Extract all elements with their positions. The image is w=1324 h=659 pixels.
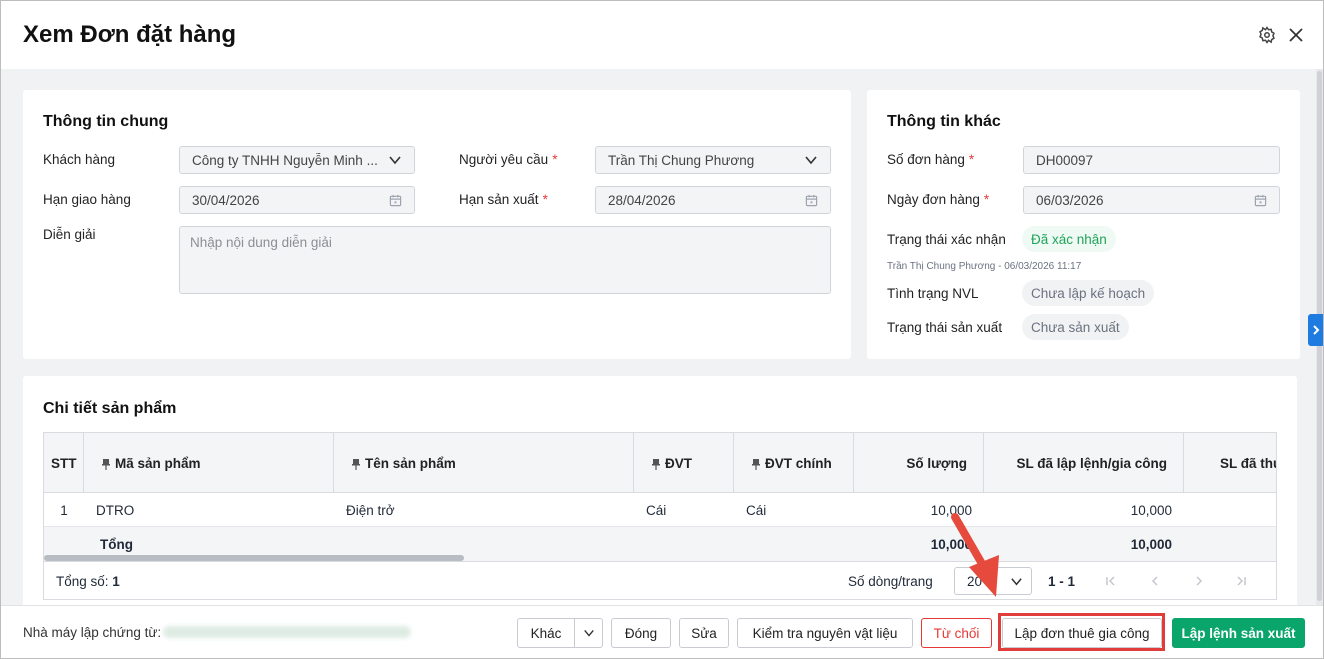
requester-value: Trần Thị Chung Phương (608, 152, 755, 168)
annotation-arrow-icon (951, 513, 999, 597)
cell-main-unit: Cái (746, 502, 767, 518)
expand-panel-button[interactable] (1308, 314, 1323, 346)
order-number-label: Số đơn hàng * (887, 152, 975, 167)
total-count: Tổng số: 1 (56, 574, 120, 589)
factory-name-blurred (163, 626, 411, 638)
column-header-executed-quantity[interactable]: SL đã thự (1184, 433, 1276, 493)
confirm-status-label: Trạng thái xác nhận (887, 232, 1006, 247)
requester-select[interactable]: Trần Thị Chung Phương (595, 146, 831, 174)
cell-unit: Cái (646, 502, 667, 518)
other-info-title: Thông tin khác (887, 113, 1001, 130)
prev-page-icon[interactable] (1148, 574, 1162, 591)
check-material-button[interactable]: Kiểm tra nguyên vật liệu (737, 618, 913, 648)
confirm-status-badge: Đã xác nhận (1022, 226, 1116, 252)
page-title: Xem Đơn đặt hàng (23, 21, 237, 48)
page-size-label: Số dòng/trang (848, 574, 933, 589)
table-footer: Tổng số: 1 Số dòng/trang 20 1 - 1 (44, 561, 1276, 599)
page-range: 1 - 1 (1048, 574, 1076, 589)
pin-icon (652, 458, 660, 470)
chevron-down-icon (389, 156, 401, 165)
note-label: Diễn giải (43, 227, 96, 242)
customer-label: Khách hàng (43, 152, 116, 167)
production-deadline-value: 28/04/2026 (608, 192, 676, 208)
calendar-icon (805, 194, 818, 206)
order-number-input[interactable]: DH00097 (1023, 146, 1280, 174)
column-header-quantity[interactable]: Số lượng (854, 433, 984, 493)
gear-icon[interactable] (1257, 25, 1277, 45)
next-page-icon[interactable] (1192, 574, 1206, 591)
annotation-highlight-box (998, 613, 1165, 651)
customer-value: Công ty TNHH Nguyễn Minh ... (192, 152, 378, 168)
order-date-value: 06/03/2026 (1036, 192, 1104, 208)
production-status-badge: Chưa sản xuất (1022, 314, 1129, 340)
cell-product-name: Điện trở (346, 502, 395, 518)
column-header-product-code[interactable]: Mã sản phẩm (84, 433, 334, 493)
other-info-panel: Thông tin khác Số đơn hàng * DH00097 Ngày… (867, 90, 1300, 359)
dialog-header: Xem Đơn đặt hàng (1, 1, 1323, 69)
table-row[interactable]: 1 DTRO Điện trở Cái Cái 10,000 10,000 (44, 493, 1276, 527)
column-header-unit[interactable]: ĐVT (634, 433, 734, 493)
calendar-icon (1254, 194, 1267, 206)
general-info-title: Thông tin chung (43, 113, 169, 130)
requester-label: Người yêu cầu * (459, 152, 558, 167)
cell-product-code: DTRO (96, 502, 135, 518)
other-button[interactable]: Khác (517, 618, 575, 648)
first-page-icon[interactable] (1104, 574, 1118, 591)
order-date-input[interactable]: 06/03/2026 (1023, 186, 1280, 214)
customer-select[interactable]: Công ty TNHH Nguyễn Minh ... (179, 146, 415, 174)
reject-button[interactable]: Từ chối (921, 618, 992, 648)
table-header: STT Mã sản phẩm Tên sản phẩm ĐVT ĐVT chí… (44, 433, 1276, 493)
product-table: STT Mã sản phẩm Tên sản phẩm ĐVT ĐVT chí… (43, 432, 1277, 600)
delivery-date-input[interactable]: 30/04/2026 (179, 186, 415, 214)
order-date-label: Ngày đơn hàng * (887, 192, 990, 207)
general-info-panel: Thông tin chung Khách hàng Công ty TNHH … (23, 90, 851, 359)
total-ordered-quantity: 10,000 (1130, 536, 1172, 552)
column-header-ordered-quantity[interactable]: SL đã lập lệnh/gia công (984, 433, 1184, 493)
cell-stt: 1 (60, 502, 68, 518)
order-number-value: DH00097 (1036, 152, 1094, 168)
last-page-icon[interactable] (1234, 574, 1248, 591)
create-production-order-button[interactable]: Lập lệnh sản xuất (1172, 618, 1305, 648)
pin-icon (752, 458, 760, 470)
production-deadline-input[interactable]: 28/04/2026 (595, 186, 831, 214)
factory-label: Nhà máy lập chứng từ: (23, 625, 162, 640)
confirm-note: Trần Thị Chung Phương - 06/03/2026 11:17 (887, 261, 1082, 272)
calendar-icon (389, 194, 402, 206)
cell-ordered-quantity: 10,000 (1130, 502, 1172, 518)
close-icon[interactable] (1286, 25, 1306, 45)
pin-icon (352, 458, 360, 470)
chevron-down-icon (805, 156, 817, 165)
material-status-badge: Chưa lập kế hoạch (1022, 280, 1155, 306)
production-deadline-label: Hạn sản xuất * (459, 192, 548, 207)
column-header-main-unit[interactable]: ĐVT chính (734, 433, 854, 493)
other-dropdown-button[interactable] (574, 618, 603, 648)
production-status-label: Trạng thái sản xuất (887, 320, 1003, 335)
material-status-label: Tình trạng NVL (887, 286, 979, 301)
dialog-window: Xem Đơn đặt hàng Thông tin chung Khách h… (0, 0, 1324, 659)
chevron-down-icon (583, 629, 594, 637)
note-textarea[interactable]: Nhập nội dung diễn giải (179, 226, 831, 294)
delivery-date-label: Hạn giao hàng (43, 192, 131, 207)
pin-icon (102, 458, 110, 470)
column-header-stt[interactable]: STT (44, 433, 84, 493)
delivery-date-value: 30/04/2026 (192, 192, 260, 208)
close-button[interactable]: Đóng (611, 618, 671, 648)
product-details-title: Chi tiết sản phẩm (43, 400, 177, 417)
chevron-down-icon (1011, 577, 1022, 585)
column-header-product-name[interactable]: Tên sản phẩm (334, 433, 634, 493)
edit-button[interactable]: Sửa (679, 618, 729, 648)
chevron-right-icon (1313, 325, 1320, 335)
